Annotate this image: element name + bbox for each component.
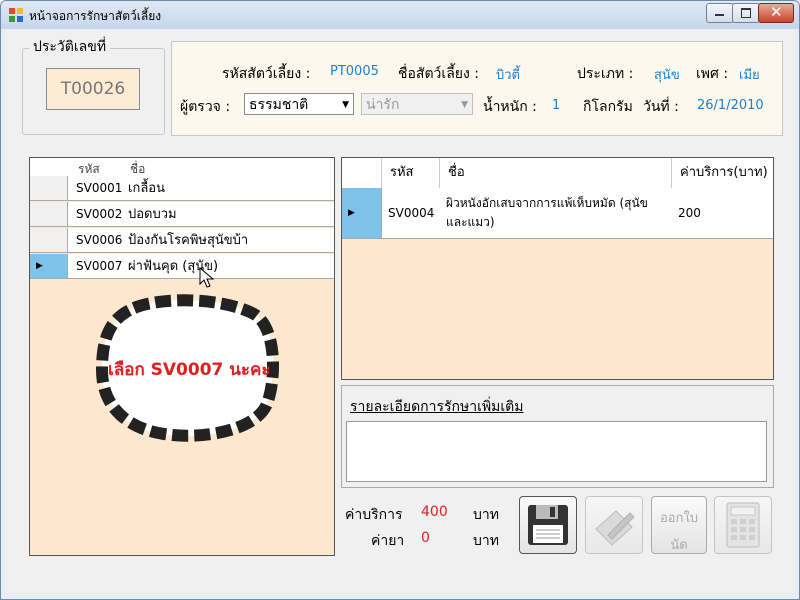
calculator-icon: [726, 502, 760, 548]
pet-sex-value: เมีย: [739, 68, 760, 83]
close-button[interactable]: ✕: [758, 3, 794, 23]
history-number: T00026: [46, 68, 140, 110]
table-row[interactable]: ▶ SV0004 ผิวหนังอักเสบจากการแพ้เห็บหมัด …: [342, 188, 773, 239]
weight-value: 1: [552, 98, 561, 113]
drug-cost-unit: บาท: [473, 533, 499, 549]
row-header-current[interactable]: ▶: [30, 254, 68, 279]
appointment-label-line1: ออกใบ: [659, 511, 699, 526]
weight-label: น้ำหนัก :: [483, 99, 537, 115]
pet-sex-label: เพศ :: [696, 66, 729, 82]
examiner-combo[interactable]: ธรรมชาติ ▼: [244, 93, 354, 115]
close-icon: ✕: [770, 3, 783, 21]
chevron-down-icon: ▼: [342, 100, 349, 110]
edit-document-icon: [595, 510, 635, 546]
service-name-cell[interactable]: ปอดบวม: [124, 202, 334, 227]
column-header-code[interactable]: รหัส: [382, 158, 440, 188]
edit-button[interactable]: [585, 496, 643, 554]
details-label: รายละเอียดการรักษาเพิ่มเติม: [350, 399, 524, 415]
current-row-icon: ▶: [36, 261, 43, 271]
service-code-cell[interactable]: SV0002: [68, 202, 124, 227]
examiner-value: ธรรมชาติ: [249, 97, 309, 113]
service-cost-value: 400: [421, 504, 448, 520]
drug-cost-label: ค่ายา: [371, 533, 405, 549]
minimize-icon: [715, 14, 724, 16]
table-row[interactable]: SV0001 เกลื้อน: [30, 176, 334, 201]
form-body: ประวัติเลขที่ T00026 รหัสสัตว์เลี้ยง : P…: [7, 30, 793, 593]
row-header[interactable]: [30, 228, 68, 253]
drug-cost-value: 0: [421, 530, 430, 546]
pet-info-panel: รหัสสัตว์เลี้ยง : PT0005 ชื่อสัตว์เลี้ยง…: [171, 41, 783, 136]
selected-services-grid: รหัส ชื่อ ค่าบริการ(บาท) ▶ SV0004 ผิวหนั…: [341, 157, 774, 380]
header-corner: [342, 158, 382, 188]
column-header-price[interactable]: ค่าบริการ(บาท): [672, 158, 773, 188]
date-value: 26/1/2010: [697, 98, 764, 113]
secondary-combo[interactable]: น่ารัก ▼: [361, 93, 473, 115]
selected-name-cell[interactable]: ผิวหนังอักเสบจากการแพ้เห็บหมัด (สุนัข แล…: [440, 188, 672, 238]
pet-id-value: PT0005: [330, 64, 379, 79]
annotation-text: เลือก SV0007 นะคะ: [108, 360, 271, 380]
service-name-cell[interactable]: เกลื้อน: [124, 176, 334, 201]
details-textarea[interactable]: [346, 421, 767, 482]
selected-price-cell[interactable]: 200: [672, 188, 773, 238]
service-cost-unit: บาท: [473, 507, 499, 523]
floppy-disk-icon: [528, 505, 568, 545]
services-grid-header: รหัส ชื่อ: [30, 158, 334, 177]
date-label: วันที่ :: [643, 99, 679, 115]
calculator-button[interactable]: [714, 496, 772, 554]
current-row-icon: ▶: [348, 208, 355, 218]
minimize-button[interactable]: [706, 3, 734, 23]
table-row[interactable]: SV0006 ป้องกันโรคพิษสุนัขบ้า: [30, 228, 334, 253]
secondary-combo-value: น่ารัก: [366, 97, 400, 113]
service-name-cell[interactable]: ป้องกันโรคพิษสุนัขบ้า: [124, 228, 334, 253]
appointment-button[interactable]: ออกใบ นัด: [651, 496, 707, 554]
service-cost-label: ค่าบริการ: [345, 507, 403, 523]
pet-name-label: ชื่อสัตว์เลี้ยง :: [398, 66, 479, 82]
pet-type-label: ประเภท :: [577, 66, 634, 82]
app-window: หน้าจอการรักษาสัตว์เลี้ยง ✕ ประวัติเลขที…: [0, 0, 800, 600]
pet-id-label: รหัสสัตว์เลี้ยง :: [222, 66, 311, 82]
save-button[interactable]: [519, 496, 577, 554]
selected-code-cell[interactable]: SV0004: [382, 188, 440, 238]
mouse-cursor-icon: [199, 266, 215, 288]
row-header-current[interactable]: ▶: [342, 188, 382, 238]
row-header[interactable]: [30, 176, 68, 201]
selected-name-line1: ผิวหนังอักเสบจากการแพ้เห็บหมัด (สุนัข: [446, 196, 648, 210]
appointment-label-line2: นัด: [670, 538, 688, 553]
service-name-cell[interactable]: ผ่าฟันคุด (สุนัข): [124, 254, 334, 279]
details-panel: รายละเอียดการรักษาเพิ่มเติม: [341, 385, 774, 488]
examiner-label: ผู้ตรวจ :: [180, 99, 231, 115]
maximize-button[interactable]: [732, 3, 760, 23]
service-code-cell[interactable]: SV0001: [68, 176, 124, 201]
pet-name-value: บิวตี้: [496, 68, 520, 83]
weight-unit: กิโลกรัม: [583, 99, 633, 115]
selected-grid-header: รหัส ชื่อ ค่าบริการ(บาท): [342, 158, 773, 189]
app-icon: [9, 8, 23, 22]
title-bar: หน้าจอการรักษาสัตว์เลี้ยง ✕: [1, 1, 799, 29]
service-code-cell[interactable]: SV0006: [68, 228, 124, 253]
pet-type-value: สุนัข: [654, 68, 680, 83]
service-code-cell[interactable]: SV0007: [68, 254, 124, 279]
chevron-down-icon: ▼: [461, 100, 468, 110]
row-header[interactable]: [30, 202, 68, 227]
cost-panel: ค่าบริการ 400 บาท ค่ายา 0 บาท: [341, 495, 509, 555]
selected-name-line2: และแมว): [446, 215, 495, 229]
column-header-name[interactable]: ชื่อ: [440, 158, 672, 188]
maximize-icon: [741, 8, 751, 18]
window-title: หน้าจอการรักษาสัตว์เลี้ยง: [29, 9, 162, 23]
table-row[interactable]: SV0002 ปอดบวม: [30, 202, 334, 227]
services-grid: รหัส ชื่อ SV0001 เกลื้อน SV0002 ปอดบวม S…: [29, 157, 335, 556]
table-row[interactable]: ▶ SV0007 ผ่าฟันคุด (สุนัข): [30, 254, 334, 279]
history-label: ประวัติเลขที่: [29, 36, 111, 58]
